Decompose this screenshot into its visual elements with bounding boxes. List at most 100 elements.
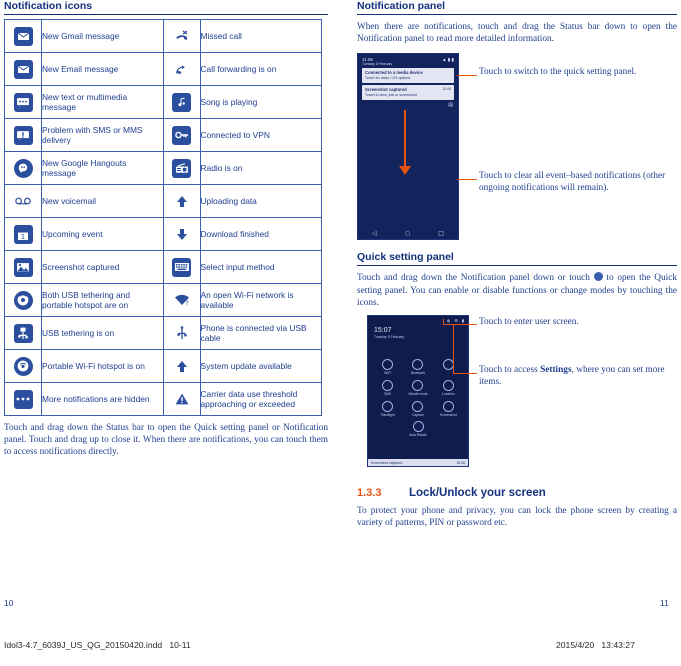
notification-card-time: 11:05	[442, 87, 451, 92]
icon-cell	[162, 217, 201, 251]
home-icon[interactable]: ○	[405, 230, 410, 237]
notification-closing-paragraph: Touch and drag down the Status bar to op…	[4, 423, 328, 458]
icon-cell: 1	[4, 217, 42, 251]
table-row: New Email message Call forwarding is on	[4, 52, 322, 86]
quick-tile[interactable]: Vibrate mode	[405, 380, 430, 396]
quick-setting-topbar: ◍ ⚙ ▮	[368, 316, 468, 323]
quick-tile-label: Capture	[412, 413, 424, 418]
icon-label: New text or multimedia message	[41, 85, 164, 119]
bluetooth-icon	[412, 359, 424, 371]
icon-cell	[4, 316, 42, 350]
icon-cell	[162, 316, 201, 350]
notification-card-media[interactable]: Connected to a media device Touch for vi…	[362, 68, 454, 84]
warning-message-icon	[13, 125, 33, 145]
quick-tile-label: Location	[442, 392, 455, 397]
page-number-left: 10	[4, 598, 14, 608]
table-row: More notifications are hidden Carrier da…	[4, 382, 322, 416]
drag-arrow-head	[399, 166, 411, 176]
icon-cell	[4, 52, 42, 86]
leader-line-settings	[453, 373, 477, 375]
vpn-key-icon	[172, 125, 191, 145]
icon-label: Uploading data	[199, 184, 322, 218]
icon-label: New Gmail message	[41, 19, 164, 53]
quick-tile-label: WIFI	[384, 371, 392, 376]
page-number-right: 11	[660, 598, 669, 608]
quick-tile[interactable]: Screenshot	[436, 401, 461, 417]
carrier-data-warning-icon	[172, 390, 191, 409]
icon-label: Carrier data use threshold approaching o…	[199, 382, 322, 416]
quick-tile[interactable]: Bluetooth	[405, 359, 430, 375]
icon-cell	[162, 52, 201, 86]
leader-vertical-settings	[453, 325, 454, 374]
bottom-notification-text: Screenshot captured	[371, 460, 403, 465]
missed-call-icon	[172, 27, 191, 46]
quick-tile[interactable]: Flashlight	[375, 401, 400, 417]
icon-cell: ?	[162, 283, 201, 317]
table-row: New voicemail Uploading data	[4, 184, 322, 218]
call-forwarding-icon	[172, 60, 191, 79]
table-row: Both USB tethering and portable hotspot …	[4, 283, 322, 317]
icon-label: More notifications are hidden	[41, 382, 164, 416]
icon-label: Portable Wi-Fi hotspot is on	[41, 349, 164, 383]
auto-rotate-icon	[412, 421, 424, 433]
leader-line-user	[443, 324, 477, 326]
left-column: Notification icons New Gmail message Mis…	[4, 0, 328, 459]
quick-setting-heading: Quick setting panel	[357, 251, 677, 267]
quick-tile[interactable]: WIFI	[375, 359, 400, 375]
quick-tile[interactable]: Capture	[405, 401, 430, 417]
download-arrow-icon	[172, 225, 191, 244]
sms-icon	[13, 92, 33, 112]
icon-label: An open Wi-Fi network is available	[199, 283, 322, 317]
quick-setting-bottom-notification[interactable]: Screenshot captured 15:06	[368, 459, 468, 467]
back-icon[interactable]: ◁	[372, 230, 377, 237]
email-icon	[13, 59, 33, 79]
quick-setting-figure: ◍ ⚙ ▮ 15:07 Tuesday 8 February WIFI Blue…	[357, 315, 677, 473]
vibrate-icon	[412, 380, 424, 392]
lock-section-body: To protect your phone and privacy, you c…	[357, 506, 677, 529]
notification-card-screenshot[interactable]: Screenshot captured 11:05 Touch to view,…	[362, 85, 454, 101]
table-row: Portable Wi-Fi hotspot is on System upda…	[4, 349, 322, 383]
leader-line-top	[457, 75, 477, 77]
quick-tile[interactable]: SMS	[375, 380, 400, 396]
keyboard-icon	[172, 257, 191, 277]
lock-section-title: Lock/Unlock your screen	[409, 487, 546, 500]
clear-all-button[interactable]: ▤	[358, 102, 458, 108]
icon-label: System update available	[199, 349, 322, 383]
portable-hotspot-icon	[13, 356, 33, 376]
auto-rotate-tile[interactable]: Auto Rotate	[368, 421, 468, 437]
quick-tile[interactable]: Location	[436, 380, 461, 396]
icon-label: Both USB tethering and portable hotspot …	[41, 283, 164, 317]
icon-cell	[4, 283, 42, 317]
document-page: Notification icons New Gmail message Mis…	[0, 0, 681, 666]
icon-label: New Google Hangouts message	[41, 151, 164, 185]
recents-icon[interactable]: □	[438, 230, 444, 237]
wifi-icon	[382, 359, 394, 371]
notification-card-sub: Touch for video / OS options	[365, 76, 411, 81]
settings-gear-icon[interactable]: ⚙	[454, 318, 458, 323]
screenshot-tile-icon	[442, 401, 454, 413]
icon-cell	[4, 118, 42, 152]
quick-tile-label: SMS	[384, 392, 392, 397]
table-row: 1 Upcoming event Download finished	[4, 217, 322, 251]
phone-status-icons: ▲ ▮ ▮	[442, 57, 454, 63]
quick-setting-intro: Touch and drag down the Notification pan…	[357, 272, 677, 309]
notification-panel-intro: When there are notifications, touch and …	[357, 22, 677, 45]
leader-line-bottom	[457, 179, 477, 181]
callout-settings-bold: Settings	[540, 365, 572, 376]
screenshot-icon	[13, 257, 33, 277]
user-icon[interactable]: ◍	[447, 318, 451, 323]
icon-cell	[4, 250, 42, 284]
hangouts-icon	[13, 158, 33, 178]
leader-tick-user	[443, 319, 444, 326]
icon-cell	[162, 151, 201, 185]
voicemail-icon	[14, 192, 33, 211]
icon-cell	[4, 19, 42, 53]
signal-icon: ▮	[461, 318, 464, 324]
quick-tile-label: Vibrate mode	[408, 392, 428, 397]
notification-panel-figure: 11:06 ▲ ▮ ▮ Tuesday 8 February Connected…	[357, 53, 677, 243]
table-row: USB tethering is on Phone is connected v…	[4, 316, 322, 350]
sms-tile-icon	[382, 380, 394, 392]
callout-quick-setting: Touch to switch to the quick setting pan…	[479, 67, 637, 78]
icon-cell	[162, 349, 201, 383]
icon-label: New voicemail	[41, 184, 164, 218]
